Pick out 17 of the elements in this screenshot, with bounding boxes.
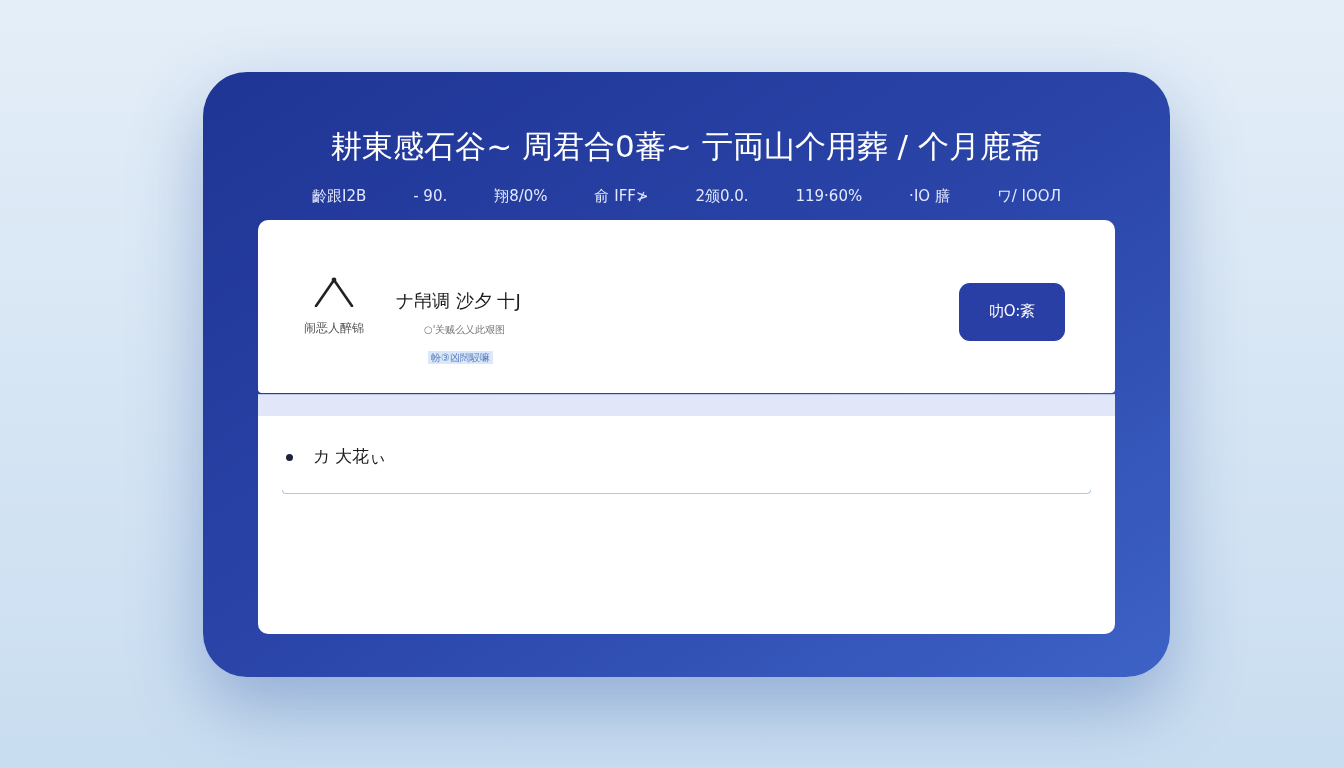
stat-value: 俞 IFF≯ bbox=[594, 185, 649, 207]
stat-value: ワ/ IOOЛ bbox=[996, 185, 1061, 207]
tag: 帉③凶闊駸嘛 bbox=[428, 351, 493, 364]
list-item-text: カ 大花ぃ bbox=[313, 445, 387, 469]
card-subtitle: ○'关贼么乂此艰图 bbox=[424, 323, 507, 337]
stat-value: - 90. bbox=[413, 185, 448, 207]
caret-up-icon bbox=[314, 276, 354, 307]
card-title: ナ帠调 沙夕 十J bbox=[396, 289, 521, 313]
bullet-icon bbox=[286, 453, 293, 461]
action-button[interactable]: 叻O:紊 bbox=[959, 282, 1065, 341]
icon-caption: 闹恶人醉锦 bbox=[304, 319, 364, 337]
stat-value: 2颁0.0. bbox=[695, 185, 749, 207]
panel-title: 耕東感石谷~ 周君合0蕃~ 亍両山个用葬 / 个月鹿斋 bbox=[330, 128, 1043, 164]
stat-value: 119·60% bbox=[795, 185, 863, 207]
stat-value: 翔8/0% bbox=[494, 185, 548, 207]
stat-value: ·IO 膳 bbox=[909, 185, 950, 207]
stat-value: 齡跟I2B bbox=[312, 185, 367, 207]
